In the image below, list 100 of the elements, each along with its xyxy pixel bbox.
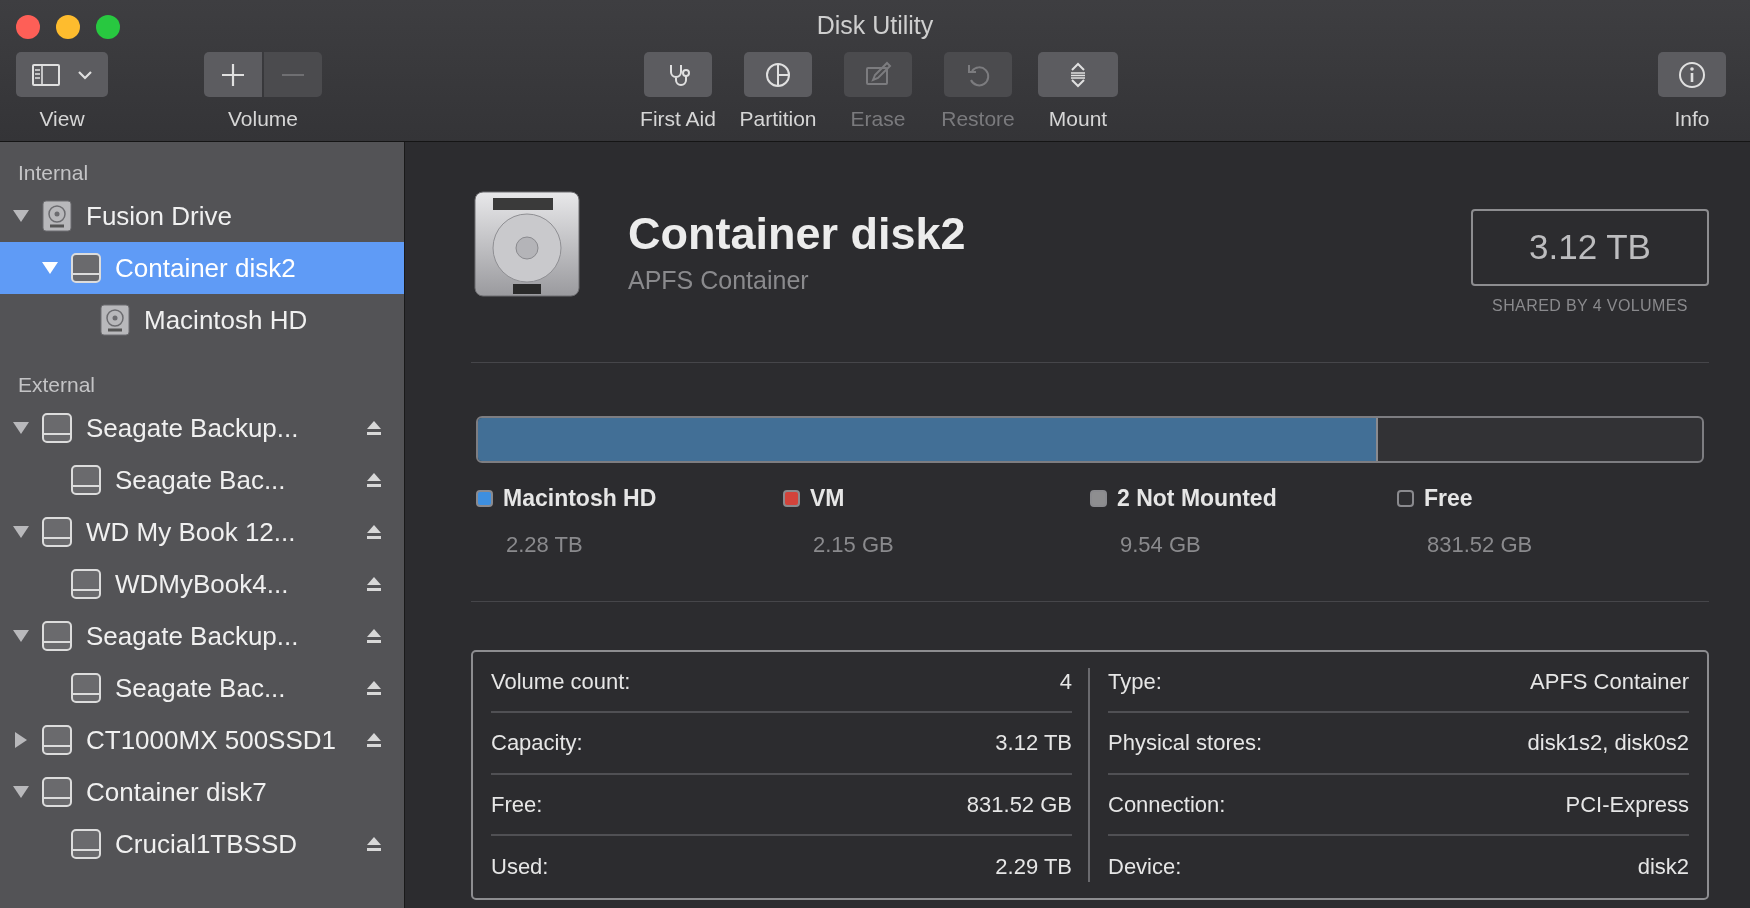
sidebar-item[interactable]: Seagate Bac... xyxy=(0,454,404,506)
drive-name: Fusion Drive xyxy=(86,199,232,233)
eject-icon xyxy=(366,732,382,748)
toolbar-label: Mount xyxy=(1048,106,1108,132)
legend-label: 2 Not Mounted xyxy=(1117,484,1277,513)
toolbar-label: Info xyxy=(1674,106,1710,132)
drive-name: CT1000MX 500SSD1 xyxy=(86,723,337,757)
toolbar-label: Volume xyxy=(227,106,298,132)
legend-label: VM xyxy=(810,484,845,513)
minimize-button[interactable] xyxy=(56,15,80,39)
detail-value: 4 xyxy=(1059,667,1072,696)
toolbar-label: View xyxy=(39,106,85,132)
detail-label: Free: xyxy=(491,790,543,819)
eject-icon xyxy=(366,680,382,696)
zoom-button[interactable] xyxy=(96,15,120,39)
capacity-value: 3.12 TB xyxy=(1471,209,1709,286)
eject-icon xyxy=(366,472,382,488)
drive-name: WDMyBook4... xyxy=(115,567,289,601)
drive-icon xyxy=(69,252,103,284)
sidebar-item[interactable]: Macintosh HD xyxy=(0,294,404,346)
detail-label: Type: xyxy=(1108,667,1162,696)
detail-value: PCI-Express xyxy=(1565,790,1689,819)
toolbar-label: First Aid xyxy=(640,106,716,132)
eject-icon xyxy=(366,576,382,592)
drive-icon xyxy=(69,464,103,496)
sidebar-item[interactable]: Container disk7 xyxy=(0,766,404,818)
detail-value: 3.12 TB xyxy=(995,729,1072,758)
drive-name: Seagate Bac... xyxy=(115,463,286,497)
sidebar-item[interactable]: Seagate Bac... xyxy=(0,662,404,714)
toolbar-label: Erase xyxy=(850,106,906,132)
legend-label: Free xyxy=(1424,484,1473,513)
detail-label: Used: xyxy=(491,853,549,882)
drive-name: Seagate Bac... xyxy=(115,671,286,705)
eject-icon xyxy=(366,524,382,540)
plus-icon xyxy=(220,61,246,88)
sidebar-item[interactable]: CT1000MX 500SSD1 xyxy=(0,714,404,766)
drive-name: WD My Book 12... xyxy=(86,515,296,549)
detail-value: APFS Container xyxy=(1530,667,1689,696)
detail-value: disk1s2, disk0s2 xyxy=(1527,729,1689,758)
section-header: External xyxy=(18,372,96,399)
eject-icon xyxy=(366,420,382,436)
disclosure-triangle-icon xyxy=(12,629,30,643)
toolbar-label: Partition xyxy=(739,106,817,132)
drive-icon xyxy=(40,724,74,756)
detail-value: 2.29 TB xyxy=(995,853,1072,882)
legend-value: 2.28 TB xyxy=(506,530,584,559)
disclosure-triangle-icon xyxy=(12,209,30,223)
disclosure-triangle-icon xyxy=(12,525,30,539)
drive-icon xyxy=(69,672,103,704)
sidebar-item[interactable]: Fusion Drive xyxy=(0,190,404,242)
capacity-note: SHARED BY 4 VOLUMES xyxy=(1492,296,1688,316)
eject-icon xyxy=(366,836,382,852)
sidebar-item[interactable]: Seagate Backup... xyxy=(0,610,404,662)
minus-icon xyxy=(281,72,305,77)
disclosure-triangle-icon xyxy=(12,785,30,799)
disclosure-triangle-icon xyxy=(14,731,28,749)
detail-label: Physical stores: xyxy=(1108,729,1263,758)
toolbar-label: Restore xyxy=(941,106,1015,132)
drive-name: Crucial1TBSSD xyxy=(115,827,298,861)
sidebar-item[interactable]: Seagate Backup... xyxy=(0,402,404,454)
drive-name: Container disk7 xyxy=(86,775,267,809)
drive-icon xyxy=(40,620,74,652)
legend-value: 831.52 GB xyxy=(1427,530,1534,559)
sidebar-toggle-icon xyxy=(31,61,61,88)
drive-icon xyxy=(40,516,74,548)
disclosure-triangle-icon xyxy=(12,421,30,435)
legend-value: 2.15 GB xyxy=(813,530,895,559)
container-type: APFS Container xyxy=(628,265,810,296)
window-title: Disk Utility xyxy=(816,10,934,42)
sidebar-item[interactable]: Crucial1TBSSD xyxy=(0,818,404,870)
container-title: Container disk2 xyxy=(628,208,966,260)
detail-label: Volume count: xyxy=(491,667,631,696)
chevron-down-icon xyxy=(77,69,93,80)
sidebar-item[interactable]: WD My Book 12... xyxy=(0,506,404,558)
detail-label: Capacity: xyxy=(491,729,583,758)
legend-label: Macintosh HD xyxy=(503,484,657,513)
detail-value: 831.52 GB xyxy=(966,790,1072,819)
sidebar-item[interactable]: WDMyBook4... xyxy=(0,558,404,610)
drive-name: Seagate Backup... xyxy=(86,619,299,653)
mount-button[interactable] xyxy=(1038,52,1118,97)
close-button[interactable] xyxy=(16,15,40,39)
info-button[interactable] xyxy=(1658,52,1726,97)
drive-name: Macintosh HD xyxy=(144,303,308,337)
info-icon xyxy=(1677,59,1707,90)
drive-name: Container disk2 xyxy=(115,251,296,285)
first-aid-button[interactable] xyxy=(644,52,712,97)
drive-icon xyxy=(69,568,103,600)
eject-icon xyxy=(366,628,382,644)
partition-button[interactable] xyxy=(744,52,812,97)
detail-label: Connection: xyxy=(1108,790,1226,819)
drive-icon xyxy=(40,776,74,808)
view-button[interactable] xyxy=(16,52,108,97)
add-volume-button[interactable] xyxy=(204,52,262,97)
disclosure-triangle-icon xyxy=(41,261,59,275)
legend-value: 9.54 GB xyxy=(1120,530,1202,559)
drive-icon xyxy=(40,412,74,444)
drive-icon xyxy=(69,828,103,860)
drive-name: Seagate Backup... xyxy=(86,411,299,445)
section-header: Internal xyxy=(18,160,89,187)
detail-value: disk2 xyxy=(1637,853,1689,882)
